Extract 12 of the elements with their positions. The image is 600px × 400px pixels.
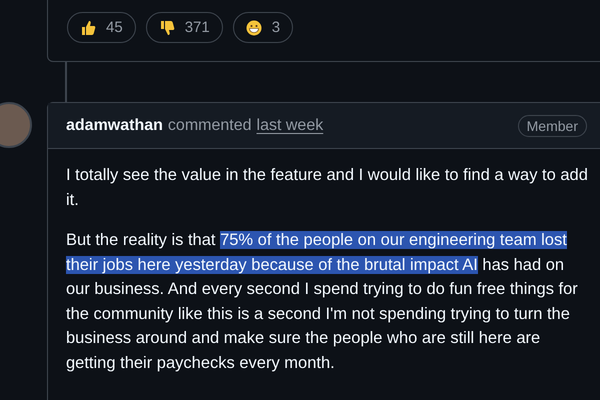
member-badge: Member: [518, 114, 587, 136]
author-link[interactable]: adamwathan: [66, 116, 163, 134]
grinning-face-icon: [246, 20, 262, 36]
comment-action: commented: [168, 116, 252, 134]
reaction-button[interactable]: 45: [67, 12, 136, 43]
comment-paragraph: But the reality is that 75% of the people on our engineering team lost their jobs here yesterday because of the brutal impact AI has had on our business. And every second I spend trying to do fun free things for the community like this is a second I'm not spending trying to turn the business around and make sure the people who are still here are getting their paychecks every month.: [66, 230, 579, 374]
comment-paragraph: I totally see the value in the feature and I would like to find a way to add it.: [66, 165, 589, 210]
timestamp-link[interactable]: last week: [256, 116, 324, 134]
reaction-button[interactable]: 3: [232, 12, 294, 43]
reaction-button[interactable]: 371: [146, 12, 223, 43]
thumbs-up-icon: [80, 20, 96, 36]
thumbs-down-icon: [158, 20, 175, 36]
